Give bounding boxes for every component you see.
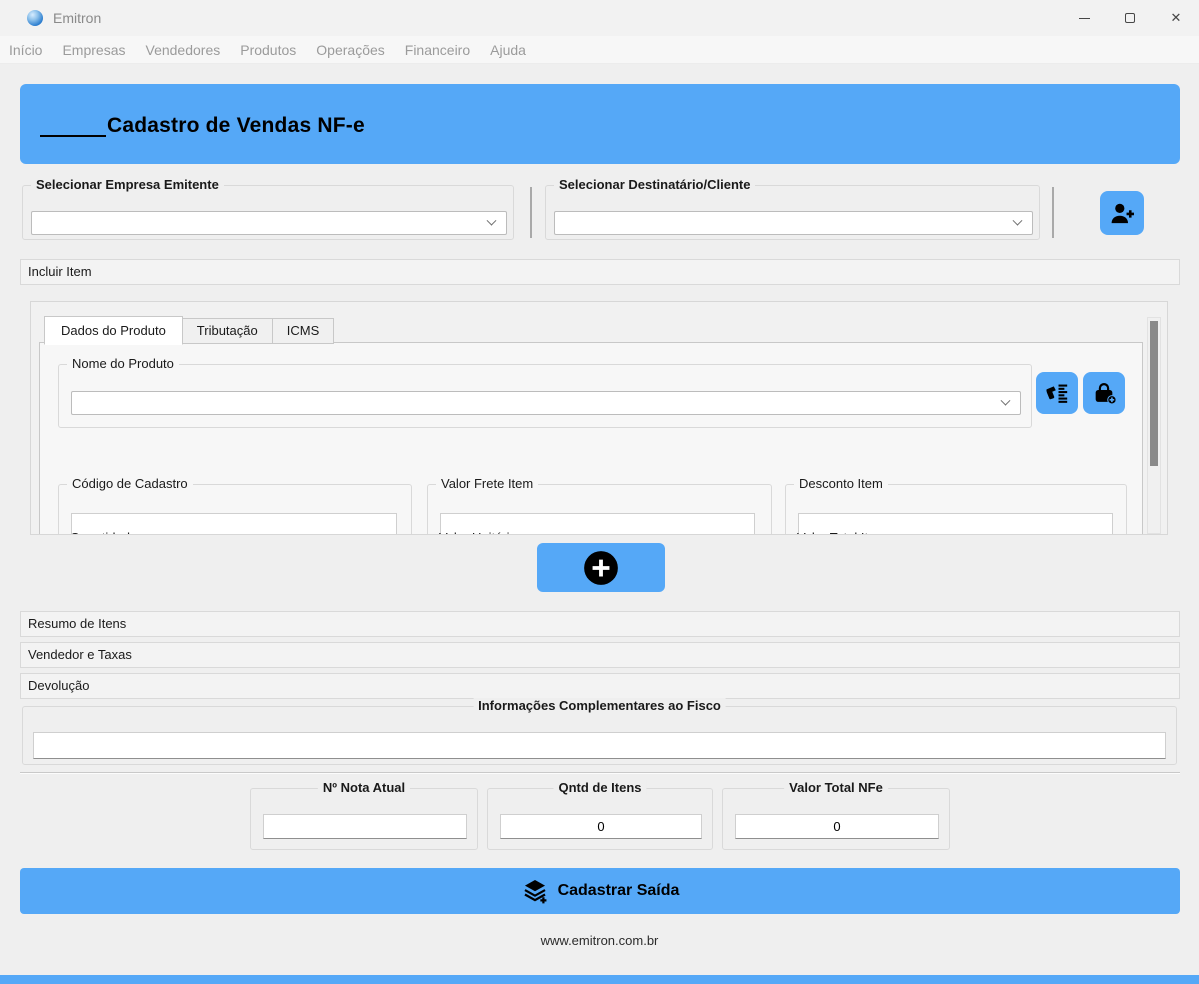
- valor-frete-group: Valor Frete Item: [427, 484, 772, 535]
- tab-icms[interactable]: ICMS: [273, 318, 335, 344]
- chevron-down-icon: [1013, 215, 1023, 225]
- devolucao-header[interactable]: Devolução: [20, 673, 1180, 699]
- menu-item-produtos[interactable]: Produtos: [230, 42, 306, 58]
- bottom-accent-strip: [0, 975, 1199, 984]
- destinatario-label: Selecionar Destinatário/Cliente: [554, 177, 755, 192]
- page-header: Cadastro de Vendas NF-e: [20, 84, 1180, 164]
- valor-total-nfe-group: Valor Total NFe: [722, 788, 950, 850]
- destinatario-group: Selecionar Destinatário/Cliente: [545, 185, 1040, 240]
- maximize-button[interactable]: [1107, 0, 1153, 36]
- layers-plus-icon: [521, 877, 549, 905]
- nota-atual-label: Nº Nota Atual: [318, 780, 410, 795]
- menu-item-inicio[interactable]: Início: [0, 42, 52, 58]
- item-panel: Dados do Produto Tributação ICMS Nome do…: [30, 301, 1168, 535]
- item-tabs: Dados do Produto Tributação ICMS: [44, 316, 334, 344]
- app-window: Emitron ✕ Início Empresas Vendedores Pro…: [0, 0, 1199, 984]
- cadastrar-saida-label: Cadastrar Saída: [558, 882, 680, 900]
- fisco-input[interactable]: [33, 732, 1166, 759]
- produto-nome-label: Nome do Produto: [67, 356, 179, 371]
- fisco-group: Informações Complementares ao Fisco: [22, 706, 1177, 765]
- scrollbar-thumb[interactable]: [1150, 321, 1158, 466]
- menu-bar: Início Empresas Vendedores Produtos Oper…: [0, 36, 1199, 64]
- desconto-item-label: Desconto Item: [794, 476, 888, 491]
- window-title: Emitron: [53, 10, 101, 26]
- add-item-button[interactable]: [537, 543, 665, 592]
- selector-separator: [530, 187, 532, 238]
- nota-atual-group: Nº Nota Atual: [250, 788, 478, 850]
- window-controls: ✕: [1061, 0, 1199, 36]
- destinatario-select[interactable]: [554, 211, 1033, 235]
- qntd-itens-input[interactable]: [500, 814, 702, 839]
- close-button[interactable]: ✕: [1153, 0, 1199, 36]
- desconto-item-group: Desconto Item: [785, 484, 1127, 535]
- bag-plus-icon: [1091, 380, 1117, 406]
- chevron-down-icon: [1001, 395, 1011, 405]
- button-separator: [1052, 187, 1054, 238]
- title-underline: [40, 135, 106, 137]
- tab-tributacao[interactable]: Tributação: [183, 318, 273, 344]
- person-add-icon: [1109, 200, 1136, 227]
- vendedor-taxas-header[interactable]: Vendedor e Taxas: [20, 642, 1180, 668]
- title-bar: Emitron ✕: [0, 0, 1199, 36]
- barcode-scanner-icon: [1044, 380, 1070, 406]
- valor-frete-label: Valor Frete Item: [436, 476, 538, 491]
- fisco-label: Informações Complementares ao Fisco: [473, 698, 726, 713]
- valor-total-nfe-label: Valor Total NFe: [784, 780, 888, 795]
- qntd-itens-label: Qntd de Itens: [553, 780, 646, 795]
- tab-dados-do-produto[interactable]: Dados do Produto: [44, 316, 183, 345]
- codigo-cadastro-label: Código de Cadastro: [67, 476, 193, 491]
- emitente-group: Selecionar Empresa Emitente: [22, 185, 514, 240]
- add-client-button[interactable]: [1100, 191, 1144, 235]
- codigo-cadastro-group: Código de Cadastro: [58, 484, 412, 535]
- qntd-itens-group: Qntd de Itens: [487, 788, 713, 850]
- cadastrar-saida-button[interactable]: Cadastrar Saída: [20, 868, 1180, 914]
- plus-circle-icon: [583, 550, 619, 586]
- valor-total-nfe-input[interactable]: [735, 814, 939, 839]
- maximize-icon: [1125, 13, 1135, 23]
- tabpage-dados-do-produto: Nome do Produto Código de Cadastro Valor…: [39, 342, 1143, 535]
- barcode-scan-button[interactable]: [1036, 372, 1078, 414]
- add-product-button[interactable]: [1083, 372, 1125, 414]
- chevron-down-icon: [487, 215, 497, 225]
- menu-item-operacoes[interactable]: Operações: [306, 42, 394, 58]
- minimize-button[interactable]: [1061, 0, 1107, 36]
- menu-item-vendedores[interactable]: Vendedores: [136, 42, 231, 58]
- menu-item-empresas[interactable]: Empresas: [52, 42, 135, 58]
- item-panel-scrollbar[interactable]: [1147, 317, 1161, 534]
- menu-item-financeiro[interactable]: Financeiro: [395, 42, 480, 58]
- page-title: Cadastro de Vendas NF-e: [107, 114, 365, 138]
- emitente-label: Selecionar Empresa Emitente: [31, 177, 224, 192]
- valor-total-item-label-clipped: Valor Total Item: [793, 530, 890, 535]
- nota-atual-input[interactable]: [263, 814, 467, 839]
- minimize-icon: [1079, 18, 1090, 19]
- incluir-item-header[interactable]: Incluir Item: [20, 259, 1180, 285]
- menu-item-ajuda[interactable]: Ajuda: [480, 42, 536, 58]
- globe-icon: [27, 10, 43, 26]
- divider: [20, 772, 1180, 774]
- website-text: www.emitron.com.br: [0, 933, 1199, 948]
- close-icon: ✕: [1171, 10, 1182, 26]
- quantidade-label-clipped: Quantidade: [66, 530, 141, 535]
- resumo-itens-header[interactable]: Resumo de Itens: [20, 611, 1180, 637]
- produto-nome-select[interactable]: [71, 391, 1021, 415]
- emitente-select[interactable]: [31, 211, 507, 235]
- valor-unitario-label-clipped: Valor Unitário: [435, 530, 521, 535]
- produto-nome-group: Nome do Produto: [58, 364, 1032, 428]
